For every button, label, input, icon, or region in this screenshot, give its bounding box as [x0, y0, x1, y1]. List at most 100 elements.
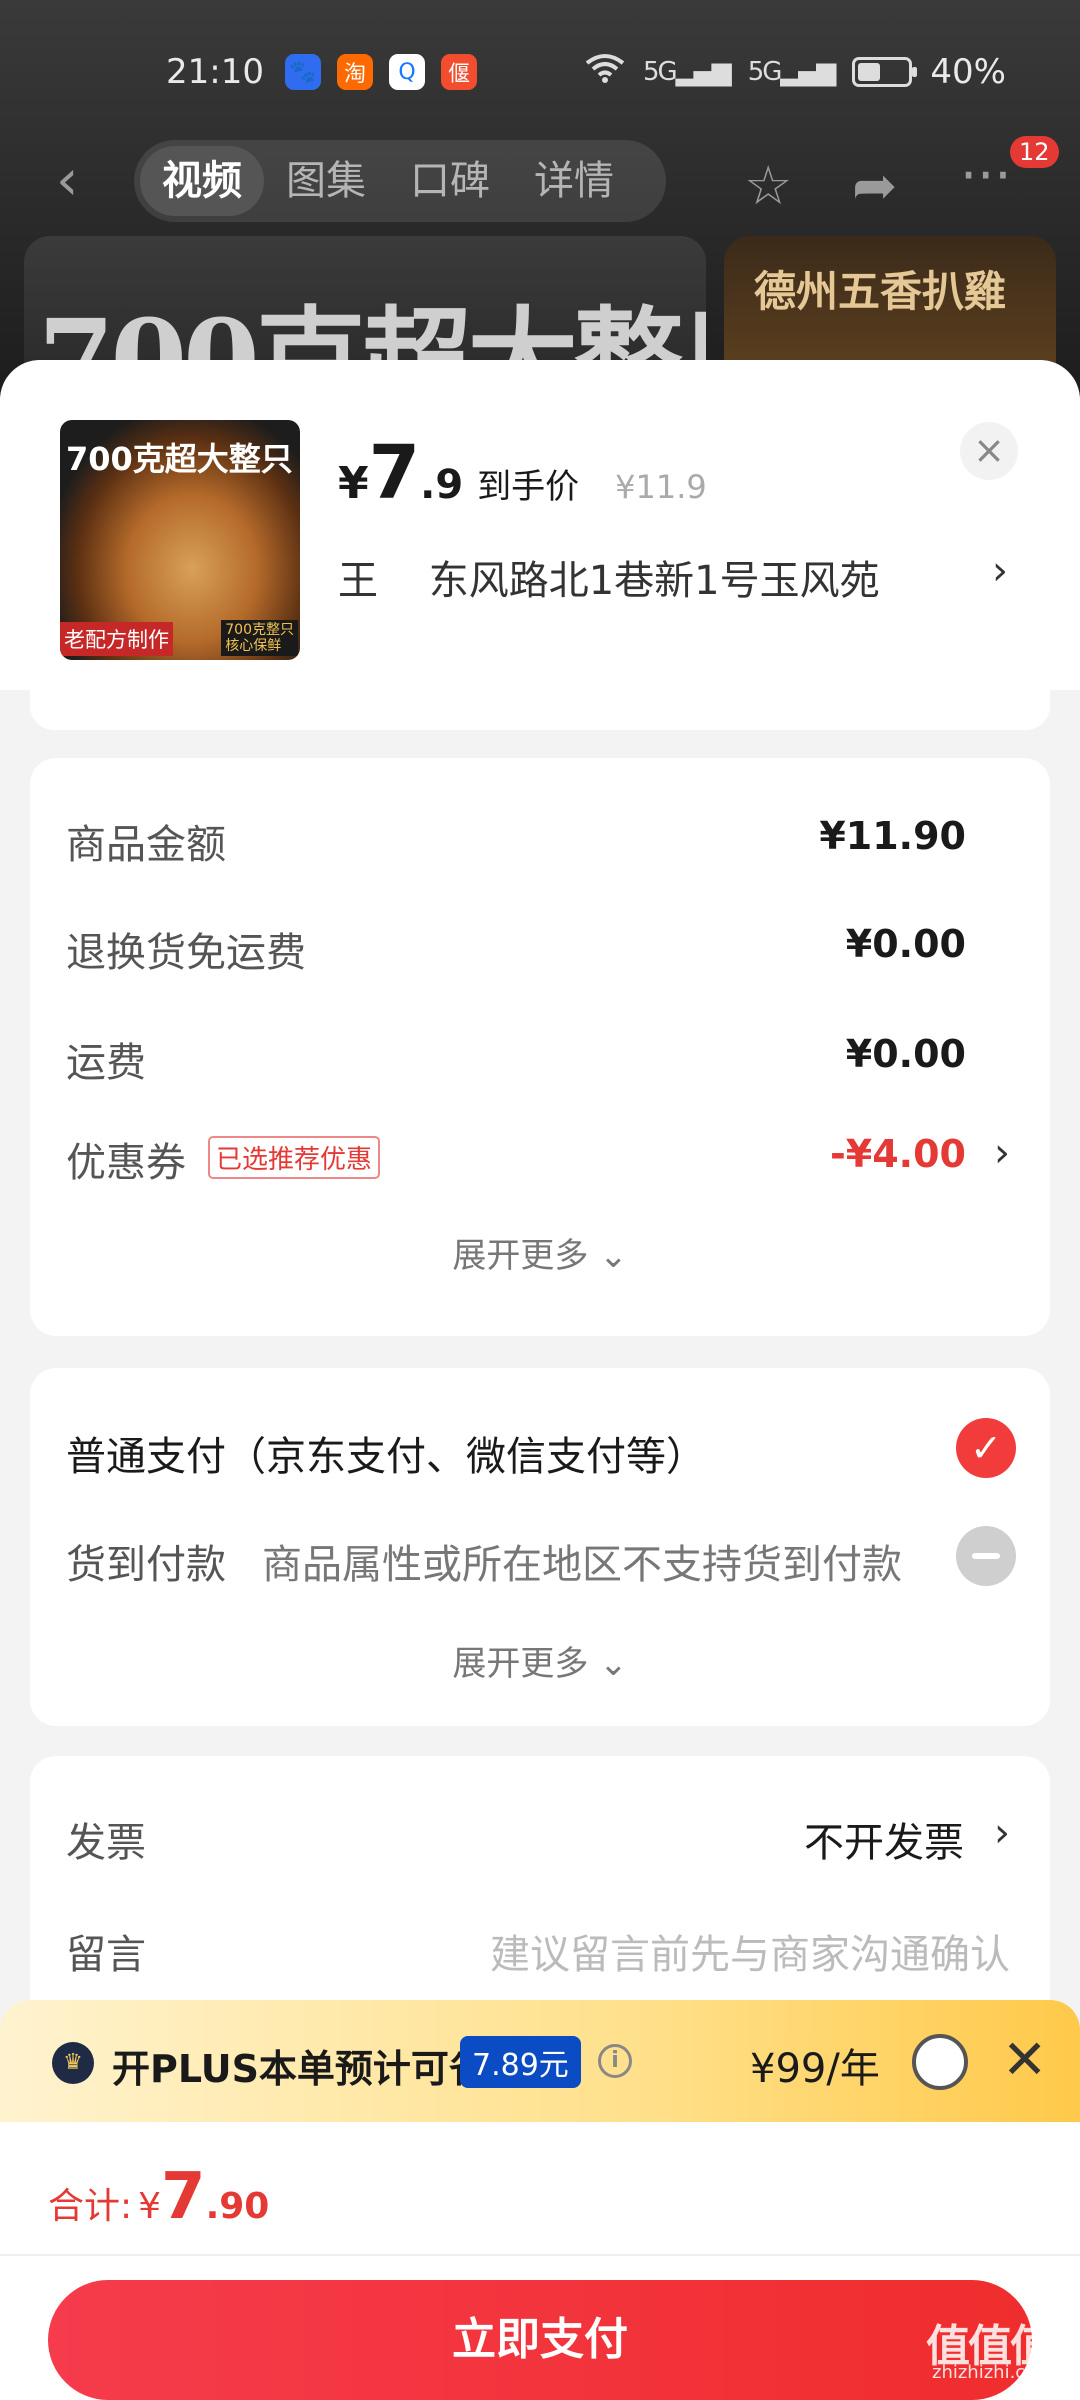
amount-row-goods: 商品金额 ¥11.90: [66, 806, 1010, 868]
price-row: ¥ 7 .9 到手价 ¥11.9: [338, 430, 707, 516]
notification-app-icons: 🐾 淘 Q 偃: [285, 54, 477, 90]
baidu-icon: 🐾: [285, 54, 321, 90]
expand-more-label: 展开更多: [452, 1644, 589, 1684]
status-time: 21:10: [166, 52, 264, 92]
search-app-icon: Q: [389, 54, 425, 90]
signal-5g-icon-1: 5G▂▄▆: [643, 57, 732, 87]
message-badge: 12: [1010, 136, 1059, 168]
battery-fill: [858, 63, 881, 81]
pay-now-button[interactable]: 立即支付: [48, 2280, 1032, 2400]
product-image: 700克超大整只 老配方制作 700克整只 核心保鲜: [60, 420, 300, 660]
watermark-url: zhizhizhi.com: [932, 2362, 1054, 2383]
amount-card: 商品金额 ¥11.90 退换货免运费 ¥0.00 运费 ¥0.00 优惠券 已选…: [30, 758, 1050, 1336]
status-bar: 21:10 🐾 淘 Q 偃 5G▂▄▆ 5G▂▄▆ 40%: [0, 40, 1080, 110]
amount-label: 退换货免运费: [66, 930, 306, 976]
price-symbol: ¥: [338, 458, 369, 509]
amount-label: 运费: [66, 1040, 146, 1086]
more-icon[interactable]: ···: [960, 144, 1012, 207]
total-decimal: .90: [205, 2186, 270, 2227]
total-label: 合计:: [48, 2186, 133, 2227]
product-image-badge-line-1: 700克整只: [225, 622, 294, 638]
battery-percent: 40%: [930, 52, 1006, 92]
info-icon[interactable]: i: [598, 2044, 632, 2078]
plus-price: ¥99/年: [750, 2046, 880, 2092]
product-image-title: 700克超大整只: [66, 440, 293, 478]
order-total: 合计: ¥ 7 .90: [48, 2160, 269, 2234]
collapsed-card-edge: [30, 680, 1050, 730]
amount-label: 优惠券: [66, 1140, 186, 1186]
payment-option-cod: 货到付款 商品属性或所在地区不支持货到付款: [66, 1524, 1016, 1588]
plus-promo-text: 开PLUS本单预计可省: [112, 2047, 487, 2091]
message-label: 留言: [66, 1932, 146, 1978]
chevron-right-icon[interactable]: ›: [994, 1130, 1010, 1176]
price-decimal: .9: [420, 462, 464, 508]
product-image-badge-line-2: 核心保鲜: [225, 638, 282, 654]
side-banner-text: 德州五香扒雞: [754, 267, 1007, 316]
amount-row-coupon[interactable]: 优惠券 已选推荐优惠 -¥4.00 ›: [66, 1124, 1010, 1186]
back-icon[interactable]: ‹: [56, 153, 78, 209]
tab-details[interactable]: 详情: [512, 146, 636, 216]
expand-more-label: 展开更多: [452, 1236, 589, 1276]
original-price: ¥11.9: [615, 468, 707, 506]
plus-promo-bar: ♛ 开PLUS本单预计可省 7.89元 i ¥99/年 ✕: [0, 2000, 1080, 2122]
checkout-screen: 21:10 🐾 淘 Q 偃 5G▂▄▆ 5G▂▄▆ 40% ‹ 视频 图集 口碑…: [0, 0, 1080, 2400]
expand-more-payment[interactable]: 展开更多 ⌄: [30, 1636, 1050, 1685]
plus-crown-icon: ♛: [52, 2042, 94, 2084]
amount-row-shipping: 运费 ¥0.00: [66, 1024, 1010, 1086]
product-image-badge: 700克整只 核心保鲜: [221, 620, 298, 656]
amount-value: ¥11.90: [819, 814, 966, 858]
battery-icon: [852, 57, 918, 87]
message-input[interactable]: 建议留言前先与商家沟通确认: [490, 1922, 1010, 1980]
coupon-value: -¥4.00: [830, 1132, 966, 1176]
checkmark-icon[interactable]: ✓: [956, 1418, 1016, 1478]
invoice-value: 不开发票: [804, 1820, 964, 1866]
close-icon[interactable]: ✕: [1002, 2028, 1047, 2091]
disabled-option-icon: [956, 1526, 1016, 1586]
site-watermark: 值值值 zhizhizhi.com: [926, 2310, 1054, 2383]
coupon-tag: 已选推荐优惠: [208, 1136, 381, 1179]
wifi-icon: [585, 52, 625, 92]
status-indicators: 5G▂▄▆ 5G▂▄▆ 40%: [585, 52, 1006, 92]
zhihu-app-icon: 偃: [441, 54, 477, 90]
price-integer: 7: [368, 430, 421, 516]
chevron-down-icon: ⌄: [599, 1236, 628, 1276]
share-icon[interactable]: ➦: [852, 154, 897, 217]
invoice-label: 发票: [66, 1820, 146, 1866]
media-tabs: 视频 图集 口碑 详情: [134, 140, 666, 222]
taobao-icon: 淘: [337, 54, 373, 90]
price-label: 到手价: [477, 467, 580, 507]
address-name: 王: [338, 558, 378, 604]
tab-video[interactable]: 视频: [140, 146, 264, 216]
payment-option-note: 商品属性或所在地区不支持货到付款: [262, 1542, 902, 1588]
address-text: 东风路北1巷新1号玉风苑: [428, 558, 880, 604]
invoice-row[interactable]: 发票 不开发票 ›: [66, 1802, 1010, 1866]
expand-more-amount[interactable]: 展开更多 ⌄: [30, 1228, 1050, 1277]
payment-option-normal[interactable]: 普通支付（京东支付、微信支付等） ✓: [66, 1416, 1016, 1480]
signal-5g-icon-2: 5G▂▄▆: [747, 57, 837, 87]
address-row[interactable]: 王 东风路北1巷新1号玉风苑: [338, 548, 880, 606]
payment-option-label: 货到付款: [66, 1542, 226, 1588]
checkout-sheet: 700克超大整只 老配方制作 700克整只 核心保鲜 ¥ 7 .9 到手价 ¥1…: [0, 360, 1080, 2400]
chevron-right-icon[interactable]: ›: [992, 548, 1008, 594]
payment-card: 普通支付（京东支付、微信支付等） ✓ 货到付款 商品属性或所在地区不支持货到付款…: [30, 1368, 1050, 1726]
amount-value: ¥0.00: [845, 1032, 966, 1076]
amount-value: ¥0.00: [845, 922, 966, 966]
checkout-footer: 合计: ¥ 7 .90 立即支付: [0, 2122, 1080, 2400]
plus-select-radio[interactable]: [912, 2034, 968, 2090]
total-integer: 7: [161, 2160, 206, 2234]
total-symbol: ¥: [138, 2186, 162, 2227]
tab-gallery[interactable]: 图集: [264, 146, 388, 216]
payment-option-label: 普通支付（京东支付、微信支付等）: [66, 1434, 706, 1480]
tab-reviews[interactable]: 口碑: [388, 146, 512, 216]
chevron-right-icon[interactable]: ›: [994, 1810, 1010, 1856]
product-image-tag: 老配方制作: [60, 622, 173, 656]
plus-savings-badge: 7.89元: [460, 2036, 581, 2088]
footer-divider: [0, 2254, 1080, 2256]
message-row[interactable]: 留言 建议留言前先与商家沟通确认: [66, 1914, 1010, 1978]
product-nav-bar: ‹ 视频 图集 口碑 详情 ☆ ➦ ··· 12: [0, 136, 1080, 226]
chevron-down-icon: ⌄: [599, 1644, 628, 1684]
sheet-header: 700克超大整只 老配方制作 700克整只 核心保鲜 ¥ 7 .9 到手价 ¥1…: [0, 360, 1080, 690]
star-icon[interactable]: ☆: [744, 154, 792, 217]
amount-label: 商品金额: [66, 822, 226, 868]
close-icon[interactable]: ×: [960, 422, 1018, 480]
